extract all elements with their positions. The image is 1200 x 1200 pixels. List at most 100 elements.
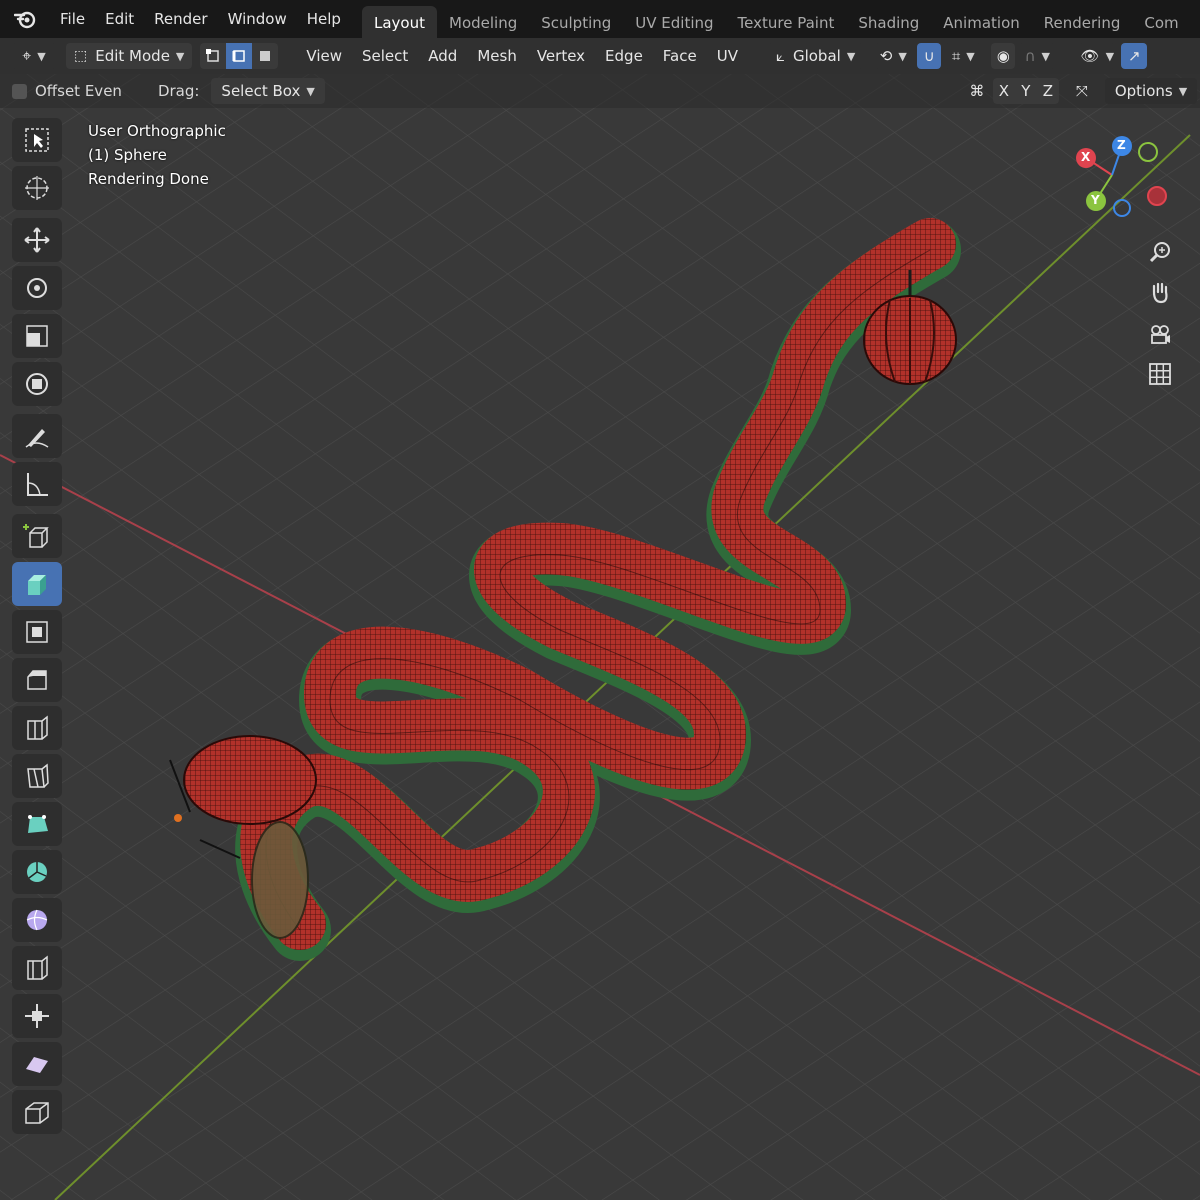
tab-rendering[interactable]: Rendering (1032, 6, 1133, 38)
orientation-icon: ⟀ (775, 47, 785, 65)
edge-slide-icon (27, 955, 48, 980)
bevel-icon (27, 670, 47, 690)
offset-even-checkbox[interactable] (12, 83, 27, 99)
tool-move[interactable] (12, 218, 62, 262)
shrink-fatten-icon (25, 1004, 49, 1028)
transform-icon (26, 373, 48, 395)
menu-select[interactable]: Select (352, 38, 418, 74)
options-label: Options (1114, 82, 1173, 100)
tool-measure[interactable] (12, 462, 62, 506)
menu-uv[interactable]: UV (707, 38, 748, 74)
scale-icon (26, 325, 48, 347)
edge-select-icon[interactable] (226, 43, 253, 69)
inset-faces-icon (26, 621, 48, 643)
mirror-x-button[interactable]: X (992, 78, 1015, 104)
tool-bevel[interactable] (12, 658, 62, 702)
grid-icon[interactable] (1144, 358, 1176, 390)
blender-logo-icon[interactable] (12, 6, 38, 32)
pan-hand-icon[interactable] (1144, 276, 1176, 308)
mirror-y-button[interactable]: Y (1014, 78, 1037, 104)
menu-edge[interactable]: Edge (595, 38, 653, 74)
menu-edit[interactable]: Edit (95, 0, 144, 38)
tool-spin[interactable] (12, 850, 62, 894)
mode-label: Edit Mode (95, 47, 170, 65)
orientation-label: Global (792, 47, 841, 65)
knife-icon (27, 763, 49, 788)
snap-target-button[interactable]: ⌗ ▼ (945, 43, 982, 69)
tool-scale[interactable] (12, 314, 62, 358)
options-dropdown[interactable]: Options ▼ (1104, 78, 1198, 104)
mode-dropdown[interactable]: ⬚ Edit Mode ▼ (66, 43, 193, 69)
eye-icon: 👁 (1080, 47, 1100, 65)
drag-dropdown[interactable]: Select Box ▼ (211, 78, 325, 104)
tool-rip-region[interactable] (12, 1090, 62, 1134)
tool-cursor[interactable] (12, 166, 62, 210)
snap-toggle[interactable]: ∪ (917, 43, 942, 69)
mirror-icon[interactable]: ⌘ (965, 78, 989, 104)
menu-vertex[interactable]: Vertex (527, 38, 595, 74)
zoom-icon[interactable] (1144, 236, 1176, 268)
smooth-icon (26, 909, 48, 931)
snap-grid-icon: ⌗ (951, 47, 961, 65)
tab-layout[interactable]: Layout (362, 6, 437, 38)
tool-shear[interactable] (12, 1042, 62, 1086)
face-select-icon[interactable] (252, 43, 279, 69)
tool-transform[interactable] (12, 362, 62, 406)
tab-modeling[interactable]: Modeling (437, 6, 529, 38)
tool-rotate[interactable] (12, 266, 62, 310)
tab-texture-paint[interactable]: Texture Paint (726, 6, 847, 38)
menu-help[interactable]: Help (297, 0, 351, 38)
tool-inset-faces[interactable] (12, 610, 62, 654)
camera-icon[interactable] (1144, 318, 1176, 350)
tool-shrink-fatten[interactable] (12, 994, 62, 1038)
gizmo-x-label: X (1081, 150, 1091, 164)
mirror-z-button[interactable]: Z (1036, 78, 1059, 104)
tool-settings-bar: Offset Even Drag: Select Box ▼ ⌘ X Y Z ⤧ … (0, 74, 1200, 108)
menu-view[interactable]: View (296, 38, 352, 74)
menu-file[interactable]: File (50, 0, 95, 38)
editor-type-button[interactable]: ⌖ ▼ (12, 43, 56, 69)
menu-add[interactable]: Add (418, 38, 467, 74)
poly-build-icon (28, 815, 48, 833)
pivot-point-button[interactable]: ⟲ ▼ (875, 43, 912, 69)
tool-knife[interactable] (12, 754, 62, 798)
falloff-button[interactable]: ∩ ▼ (1019, 43, 1056, 69)
tool-loop-cut[interactable] (12, 706, 62, 750)
tool-extrude-region[interactable] (12, 562, 62, 606)
tool-add-cube[interactable] (12, 514, 62, 558)
tool-edge-slide[interactable] (12, 946, 62, 990)
render-status: Rendering Done (88, 170, 209, 188)
proportional-edit-toggle[interactable]: ◉ (991, 43, 1016, 69)
menu-mesh[interactable]: Mesh (467, 38, 527, 74)
tab-sculpting[interactable]: Sculpting (529, 6, 623, 38)
menu-face[interactable]: Face (653, 38, 707, 74)
auto-merge-icon[interactable]: ⤧ (1069, 78, 1095, 104)
vertex-select-icon[interactable] (200, 43, 227, 69)
3d-viewport[interactable]: X Z Y (0, 74, 1200, 1200)
tab-compositing[interactable]: Com (1132, 6, 1190, 38)
select-mode-group (200, 43, 279, 69)
shear-icon (26, 1057, 48, 1073)
tab-uv-editing[interactable]: UV Editing (623, 6, 725, 38)
tool-smooth[interactable] (12, 898, 62, 942)
menu-render[interactable]: Render (144, 0, 217, 38)
menu-window[interactable]: Window (218, 0, 297, 38)
rip-region-icon (25, 1102, 49, 1124)
loop-cut-icon (27, 715, 48, 740)
editor-type-icon: ⌖ (22, 46, 32, 65)
pivot-icon: ⟲ (879, 47, 893, 65)
annotate-icon (25, 429, 49, 448)
select-box-icon (25, 128, 49, 152)
tool-annotate[interactable] (12, 414, 62, 458)
tab-shading[interactable]: Shading (846, 6, 931, 38)
drag-label: Drag: (157, 82, 200, 100)
tool-select-box[interactable] (12, 118, 62, 162)
tool-poly-build[interactable] (12, 802, 62, 846)
viewport-scene[interactable] (0, 74, 1200, 1200)
extrude-region-icon (28, 575, 46, 595)
orientation-dropdown[interactable]: ⟀ Global ▼ (767, 43, 864, 69)
gizmo-toggle[interactable]: ↗ (1121, 43, 1148, 69)
tab-animation[interactable]: Animation (931, 6, 1031, 38)
visibility-button[interactable]: 👁 ▼ (1079, 43, 1116, 69)
gizmo-z-label: Z (1117, 138, 1126, 152)
